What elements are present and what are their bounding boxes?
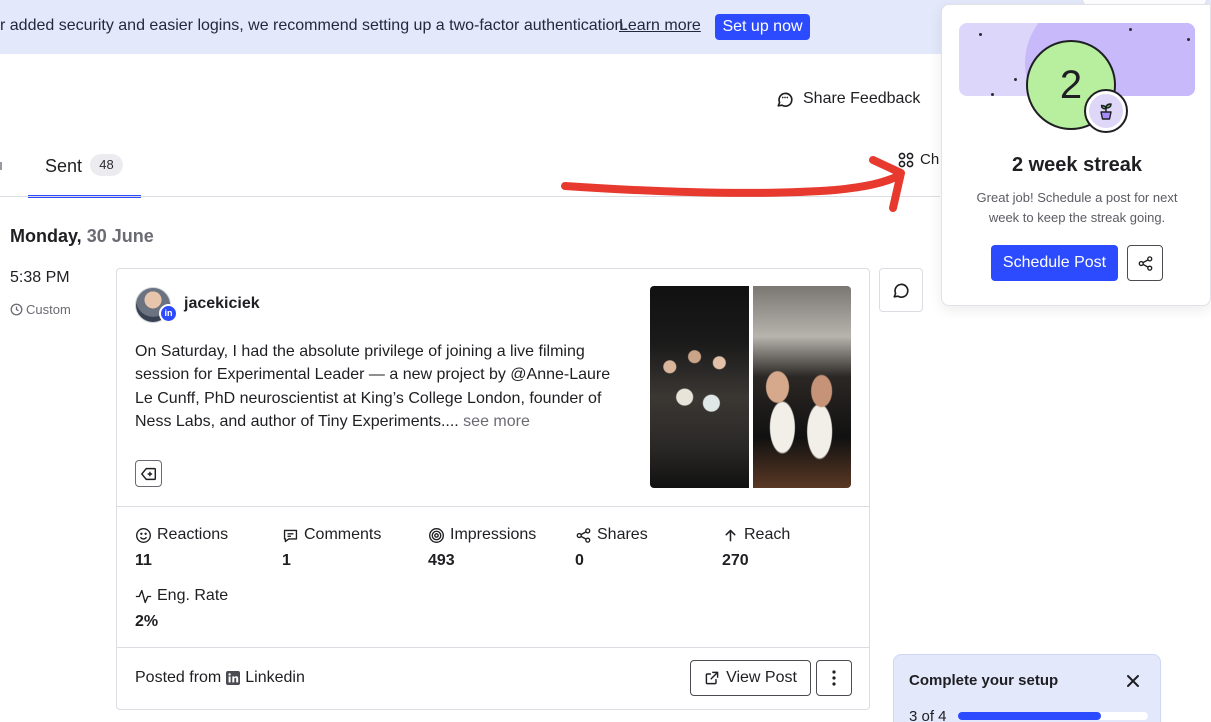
complete-setup-panel[interactable]: Complete your setup 3 of 4 [893, 654, 1161, 722]
set-up-now-button[interactable]: Set up now [715, 14, 810, 40]
metric-reactions: Reactions 11 [135, 526, 228, 570]
chat-bubble-icon [777, 92, 793, 107]
shares-label: Shares [597, 526, 648, 543]
channels-label: Ch [920, 151, 940, 168]
confetti-dot [1187, 38, 1190, 41]
more-options-button[interactable] [816, 660, 852, 696]
card-divider [117, 506, 869, 507]
schedule-type-label: Custom [26, 302, 71, 317]
day-heading: Monday, 30 June [10, 226, 154, 247]
smiley-icon [136, 527, 151, 543]
external-link-icon [705, 671, 719, 685]
see-more-link[interactable]: see more [463, 413, 530, 430]
vertical-dots-icon [832, 670, 836, 686]
metric-comments: Comments 1 [282, 526, 381, 570]
tag-plus-icon [140, 467, 156, 480]
share-feedback-button[interactable]: Share Feedback [776, 88, 920, 110]
setup-progress-bar [958, 712, 1148, 720]
date: 30 June [86, 226, 154, 246]
view-post-button[interactable]: View Post [690, 660, 811, 696]
streak-popup: 2 2 week streak Great job! Schedule a po… [941, 4, 1211, 306]
setup-progress-fill [958, 712, 1101, 720]
posted-from: Posted from Linkedin [135, 669, 305, 687]
post-text: On Saturday, I had the absolute privileg… [135, 340, 625, 433]
posted-from-label: Posted from [135, 669, 222, 686]
posted-from-network: Linkedin [245, 669, 305, 686]
chat-bubble-icon [893, 283, 909, 298]
confetti-dot [979, 33, 982, 36]
confetti-dot [1129, 28, 1132, 31]
comments-value: 1 [282, 552, 291, 569]
reach-label: Reach [744, 526, 791, 543]
target-icon [429, 527, 444, 543]
plant-icon [1084, 89, 1128, 133]
add-tag-button[interactable] [135, 460, 162, 487]
schedule-type: Custom [10, 302, 71, 317]
linkedin-icon [226, 671, 241, 685]
streak-title: 2 week streak [1011, 154, 1143, 176]
schedule-post-button[interactable]: Schedule Post [991, 245, 1118, 281]
share-icon [1138, 255, 1152, 271]
tabs-divider [0, 196, 940, 197]
author-name: jacekiciek [184, 295, 260, 312]
metric-reach: Reach 270 [722, 526, 790, 570]
post-body: On Saturday, I had the absolute privileg… [135, 343, 611, 430]
impressions-value: 493 [428, 552, 455, 569]
reach-value: 270 [722, 552, 749, 569]
metric-engagement-rate: Eng. Rate 2% [135, 587, 228, 631]
post-image-group-photo[interactable] [650, 286, 749, 488]
engagement-rate-value: 2% [135, 613, 159, 630]
tab-sent[interactable]: Sent 48 [28, 148, 141, 198]
post-time: 5:38 PM [10, 269, 70, 286]
weekday: Monday, [10, 226, 82, 246]
activity-icon [135, 589, 152, 603]
view-post-label: View Post [726, 669, 797, 686]
reactions-label: Reactions [157, 526, 229, 543]
engagement-rate-label: Eng. Rate [157, 587, 229, 604]
setup-progress-label: 3 of 4 [909, 708, 947, 722]
post-card: in jacekiciek On Saturday, I had the abs… [116, 268, 870, 710]
banner-text: r added security and easier logins, we r… [0, 17, 628, 34]
card-footer-divider [117, 647, 869, 648]
comments-label: Comments [304, 526, 382, 543]
clock-icon [10, 303, 23, 316]
channels-button[interactable]: Ch [898, 151, 939, 168]
share-icon [576, 527, 591, 543]
confetti-dot [991, 93, 994, 96]
annotation-arrow [561, 156, 905, 212]
previous-tab-edge [0, 162, 2, 170]
setup-title: Complete your setup [909, 672, 1059, 689]
comment-icon [283, 529, 298, 542]
grid-icon [898, 152, 914, 167]
sent-count-badge: 48 [90, 154, 123, 176]
share-streak-button[interactable] [1127, 245, 1163, 281]
impressions-label: Impressions [450, 526, 537, 543]
metric-impressions: Impressions 493 [428, 526, 536, 570]
tab-sent-label: Sent [45, 156, 83, 176]
streak-description: Great job! Schedule a post for next week… [976, 190, 1178, 225]
post-comment-button[interactable] [879, 268, 923, 312]
learn-more-link[interactable]: Learn more [619, 17, 701, 35]
confetti-dot [1014, 78, 1017, 81]
metric-shares: Shares 0 [575, 526, 648, 570]
linkedin-badge-icon: in [159, 304, 178, 323]
close-icon[interactable] [1124, 672, 1142, 690]
arrow-up-icon [725, 529, 736, 541]
post-image-book-photo[interactable] [753, 286, 851, 488]
share-feedback-label: Share Feedback [803, 90, 921, 107]
reactions-value: 11 [135, 552, 152, 569]
shares-value: 0 [575, 552, 584, 569]
